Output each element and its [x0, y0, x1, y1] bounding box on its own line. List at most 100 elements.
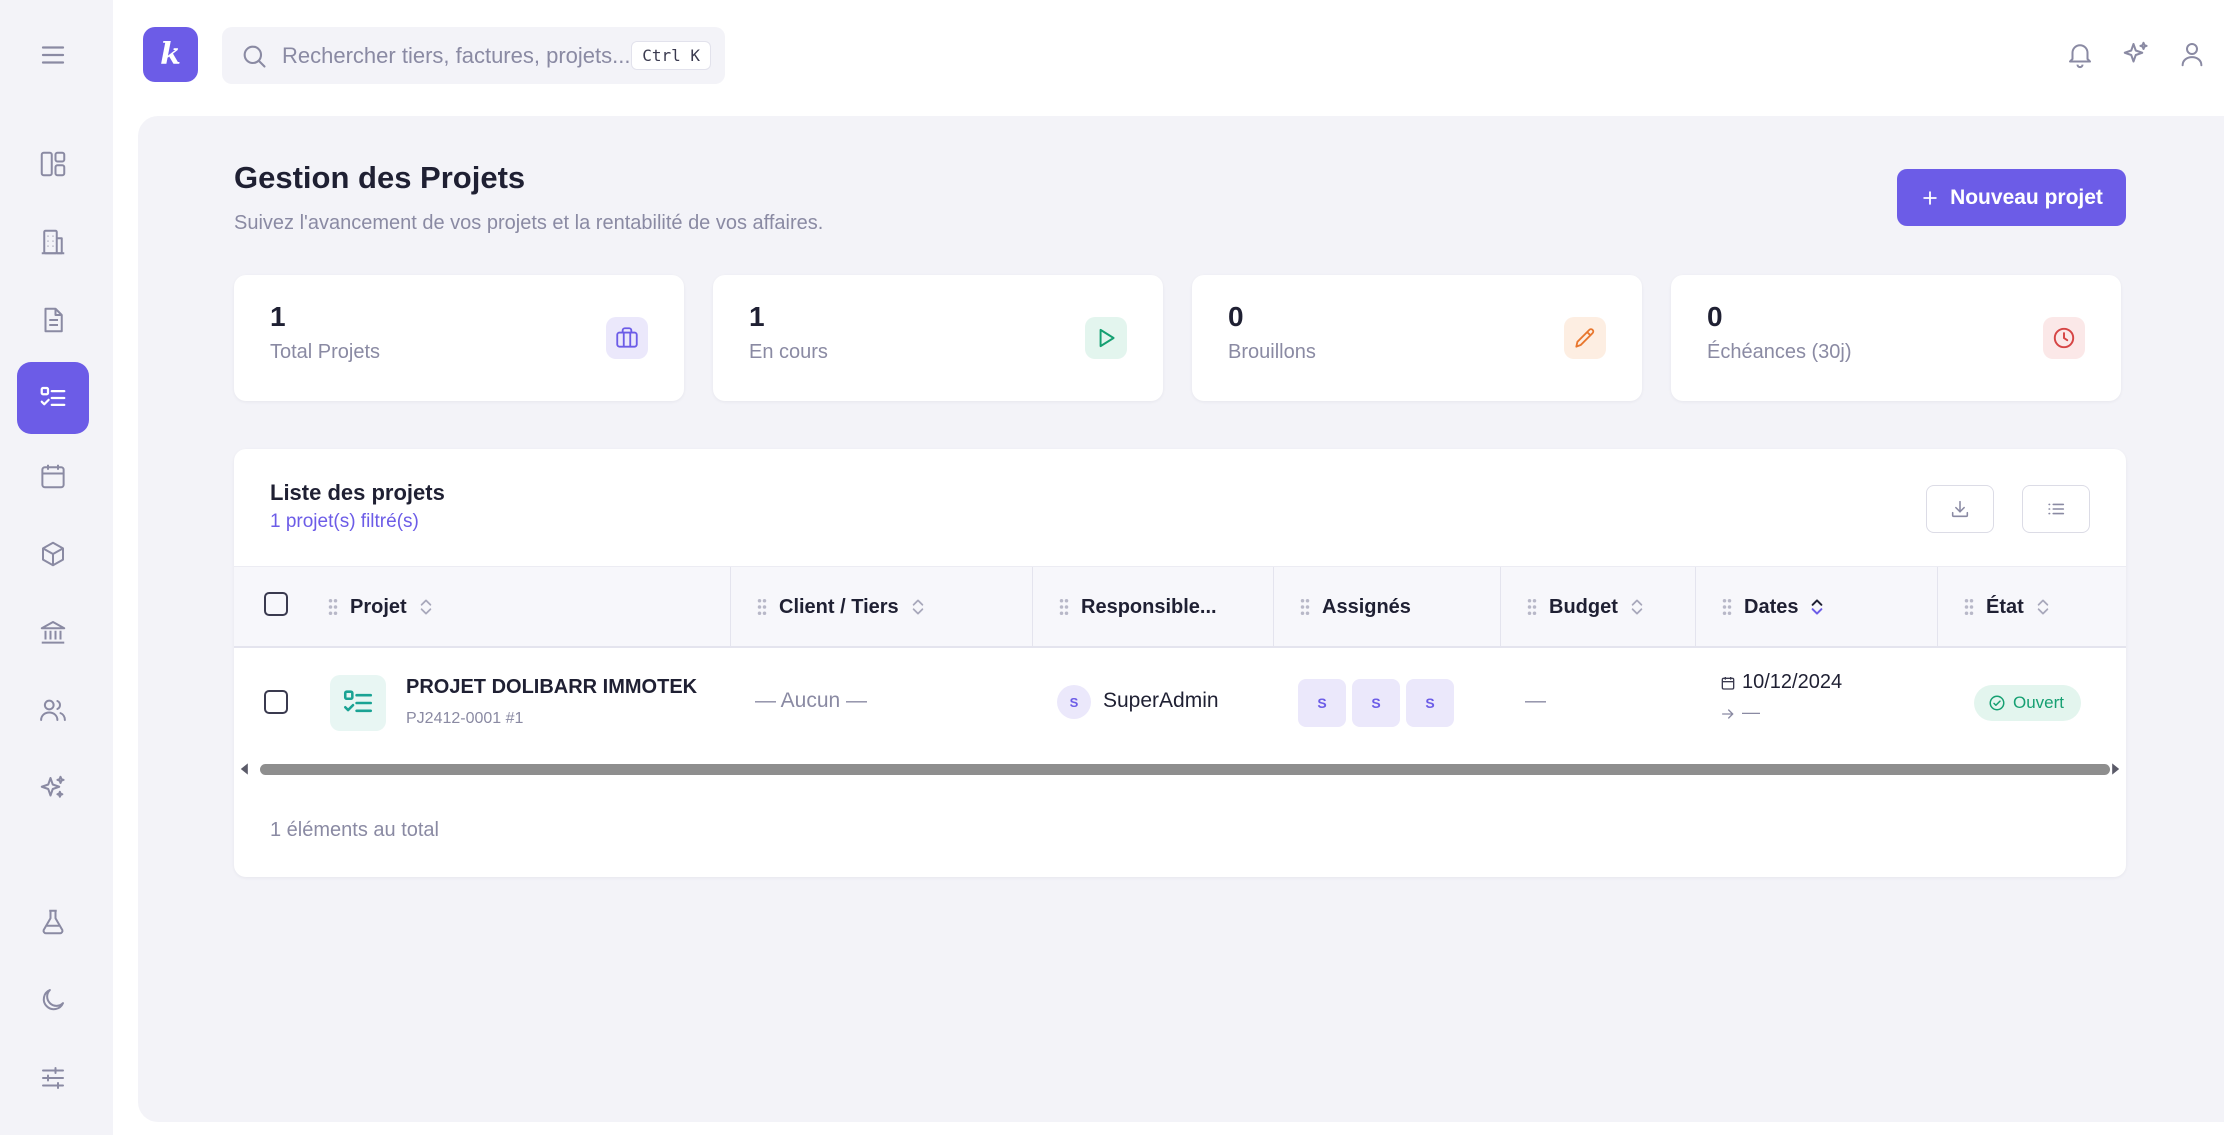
sidebar-item-tiers[interactable] [17, 206, 89, 278]
users-icon [40, 699, 66, 721]
stat-icon-wrapper [1564, 317, 1606, 359]
drag-handle-icon[interactable] [326, 597, 340, 617]
search-shortcut-badge: Ctrl K [631, 41, 711, 70]
stat-label: Brouillons [1228, 341, 1316, 363]
sort-icon[interactable] [2034, 596, 2052, 618]
date-end: — [1742, 702, 1760, 722]
stat-value: 0 [1228, 301, 1244, 332]
download-icon [1951, 500, 1969, 518]
sidebar-item-users[interactable] [17, 674, 89, 746]
briefcase-icon [616, 327, 638, 348]
column-label: Assignés [1322, 595, 1411, 618]
column-header-responsible[interactable]: Responsible... [1033, 567, 1274, 647]
assignee-avatar[interactable]: S [1298, 679, 1346, 727]
notifications-button[interactable] [2064, 38, 2096, 70]
checklist-icon [343, 690, 373, 713]
table-header: Projet Client / Tiers Responsible... Ass… [234, 566, 2126, 648]
column-header-etat[interactable]: État [1938, 567, 2126, 647]
sidebar-item-ai[interactable] [17, 752, 89, 824]
filter-count: 1 projet(s) filtré(s) [270, 511, 419, 532]
stat-card-drafts: 0 Brouillons [1192, 275, 1642, 401]
plus-icon [1923, 190, 1937, 205]
stat-value: 1 [270, 301, 286, 332]
sparkles-icon [40, 775, 65, 798]
search-input[interactable]: Rechercher tiers, factures, projets... [282, 43, 631, 69]
row-checkbox[interactable] [264, 690, 288, 714]
column-header-budget[interactable]: Budget [1501, 567, 1696, 647]
status-label: Ouvert [2013, 693, 2065, 712]
sidebar-item-dashboard[interactable] [17, 128, 89, 200]
stat-icon-wrapper [1085, 317, 1127, 359]
search-icon [243, 45, 266, 68]
user-menu-button[interactable] [2176, 38, 2208, 70]
stat-label: Échéances (30j) [1707, 341, 1852, 363]
responsible-name: SuperAdmin [1103, 689, 1219, 712]
column-header-dates[interactable]: Dates [1696, 567, 1938, 647]
menu-toggle-button[interactable] [17, 19, 89, 91]
sort-active-icon[interactable] [1808, 596, 1826, 618]
bell-icon [2069, 44, 2091, 69]
column-label: Responsible... [1081, 595, 1217, 618]
sort-icon[interactable] [417, 596, 435, 618]
drag-handle-icon[interactable] [1962, 597, 1976, 617]
budget-cell: — [1525, 689, 1546, 712]
stat-label: Total Projets [270, 341, 381, 363]
sidebar-item-bank[interactable] [17, 596, 89, 668]
horizontal-scrollbar[interactable] [234, 760, 2126, 778]
stat-value: 1 [749, 301, 765, 332]
column-label: Budget [1549, 595, 1618, 618]
calendar-icon [41, 464, 65, 489]
sidebar [0, 0, 113, 1135]
sidebar-item-products[interactable] [17, 518, 89, 590]
scroll-left-arrow-icon[interactable] [238, 762, 252, 776]
document-icon [44, 307, 63, 333]
drag-handle-icon[interactable] [1525, 597, 1539, 617]
scrollbar-thumb[interactable] [260, 764, 2110, 775]
sidebar-item-lab[interactable] [17, 886, 89, 958]
assignee-avatar[interactable]: S [1352, 679, 1400, 727]
stat-value: 0 [1707, 301, 1723, 332]
column-label: Dates [1744, 595, 1799, 618]
sidebar-item-calendar[interactable] [17, 440, 89, 512]
box-icon [42, 541, 64, 567]
building-icon [41, 229, 65, 255]
arrow-right-icon [1722, 709, 1734, 719]
client-cell: — Aucun — [755, 689, 868, 712]
column-header-assignes[interactable]: Assignés [1274, 567, 1501, 647]
select-all-checkbox[interactable] [264, 592, 288, 616]
pencil-icon [1575, 328, 1595, 348]
app-logo[interactable]: k [143, 27, 198, 82]
list-title: Liste des projets [270, 480, 445, 505]
status-badge: Ouvert [1974, 685, 2082, 721]
project-name-link[interactable]: PROJET DOLIBARR IMMOTEK [406, 676, 697, 699]
column-header-projet[interactable]: Projet [326, 567, 731, 647]
drag-handle-icon[interactable] [1057, 597, 1071, 617]
table-row[interactable]: PROJET DOLIBARR IMMOTEK PJ2412-0001 #1 —… [234, 648, 2126, 756]
export-button[interactable] [1926, 485, 1994, 533]
page-title: Gestion des Projets [234, 160, 526, 195]
calendar-icon [1721, 677, 1735, 690]
columns-menu-button[interactable] [2022, 485, 2090, 533]
drag-handle-icon[interactable] [755, 597, 769, 617]
sort-icon[interactable] [909, 596, 927, 618]
sort-icon[interactable] [1628, 596, 1646, 618]
scroll-right-arrow-icon[interactable] [2108, 762, 2122, 776]
bank-icon [40, 621, 66, 644]
column-label: État [1986, 595, 2024, 618]
drag-handle-icon[interactable] [1298, 597, 1312, 617]
sidebar-item-projects[interactable] [17, 362, 89, 434]
sidebar-item-theme[interactable] [17, 964, 89, 1036]
drag-handle-icon[interactable] [1720, 597, 1734, 617]
stat-label: En cours [749, 341, 828, 363]
column-header-client[interactable]: Client / Tiers [731, 567, 1033, 647]
assignee-avatar[interactable]: S [1406, 679, 1454, 727]
ai-assistant-button[interactable] [2120, 38, 2152, 70]
check-circle-icon [1989, 695, 2005, 711]
sidebar-item-settings[interactable] [17, 1042, 89, 1114]
responsible-avatar: S [1057, 685, 1091, 719]
sidebar-item-documents[interactable] [17, 284, 89, 356]
new-project-button[interactable]: Nouveau projet [1897, 169, 2126, 226]
search-bar[interactable]: Rechercher tiers, factures, projets... C… [222, 27, 725, 84]
new-project-label: Nouveau projet [1950, 185, 2103, 209]
page-subtitle: Suivez l'avancement de vos projets et la… [234, 212, 824, 234]
